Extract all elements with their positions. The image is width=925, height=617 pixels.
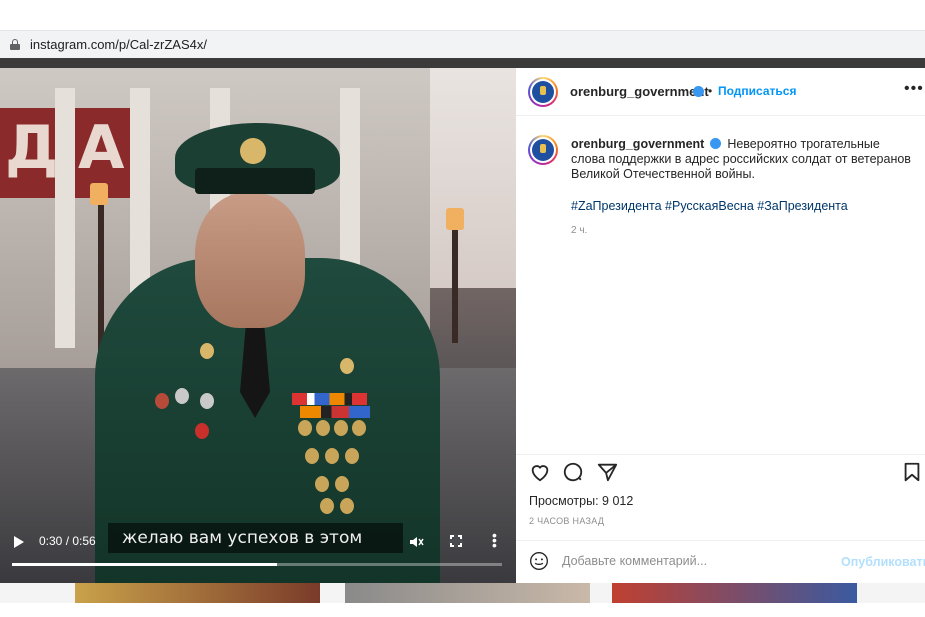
related-thumbnail[interactable] — [345, 583, 590, 603]
caption-time: 2 ч. — [571, 225, 588, 236]
post-caption: orenburg_government Невероятно трогатель… — [571, 137, 916, 182]
post-actions — [516, 454, 925, 484]
verified-icon — [693, 86, 704, 97]
url-text[interactable]: instagram.com/p/Cal-zrZAS4x/ — [30, 37, 207, 52]
sky — [430, 68, 516, 288]
video-progress-bar[interactable] — [12, 563, 502, 566]
play-icon[interactable] — [14, 536, 24, 548]
post-side-panel: orenburg_government • Подписаться ••• or… — [516, 68, 925, 583]
post-modal: Д А желаю вам успехов в этом 0:30 / 0:56… — [0, 68, 925, 583]
video-player[interactable]: Д А желаю вам успехов в этом 0:30 / 0:56… — [0, 68, 516, 583]
related-thumbnail[interactable] — [612, 583, 857, 603]
avatar[interactable] — [528, 77, 558, 107]
comment-input[interactable] — [562, 554, 832, 568]
caption-username[interactable]: orenburg_government — [571, 137, 704, 151]
follow-button[interactable]: Подписаться — [718, 84, 796, 98]
caption-avatar[interactable] — [528, 135, 558, 165]
mute-icon[interactable] — [408, 534, 424, 550]
more-vertical-icon[interactable]: • • • — [492, 528, 497, 552]
post-header: orenburg_government • Подписаться ••• — [516, 68, 925, 116]
video-progress-fill — [12, 563, 277, 566]
caption-verified-icon — [709, 138, 721, 149]
heart-icon[interactable] — [529, 461, 551, 483]
view-count[interactable]: Просмотры: 9 012 — [529, 494, 633, 508]
related-thumbnail[interactable] — [75, 583, 320, 603]
post-username[interactable]: orenburg_government — [570, 84, 709, 99]
fullscreen-icon[interactable] — [449, 534, 463, 548]
page-background-strip — [0, 58, 925, 68]
comment-form: Опубликовать — [516, 540, 925, 583]
address-bar[interactable]: instagram.com/p/Cal-zrZAS4x/ — [0, 30, 925, 58]
related-posts-strip — [0, 583, 925, 603]
bookmark-icon[interactable] — [901, 461, 923, 483]
more-options-icon[interactable]: ••• — [904, 80, 924, 98]
post-hashtags[interactable]: #ZaПрезидента #РусскаяВесна #ЗаПрезидент… — [571, 199, 848, 213]
posted-time: 2 ЧАСОВ НАЗАД — [529, 516, 605, 526]
emoji-icon[interactable] — [529, 551, 549, 571]
comment-icon[interactable] — [562, 461, 584, 483]
lock-icon — [10, 39, 20, 50]
send-icon[interactable] — [596, 461, 618, 483]
publish-button[interactable]: Опубликовать — [841, 555, 925, 569]
separator-dot: • — [708, 84, 713, 98]
video-time: 0:30 / 0:56 — [39, 534, 96, 548]
video-controls: 0:30 / 0:56 • • • — [0, 528, 516, 583]
